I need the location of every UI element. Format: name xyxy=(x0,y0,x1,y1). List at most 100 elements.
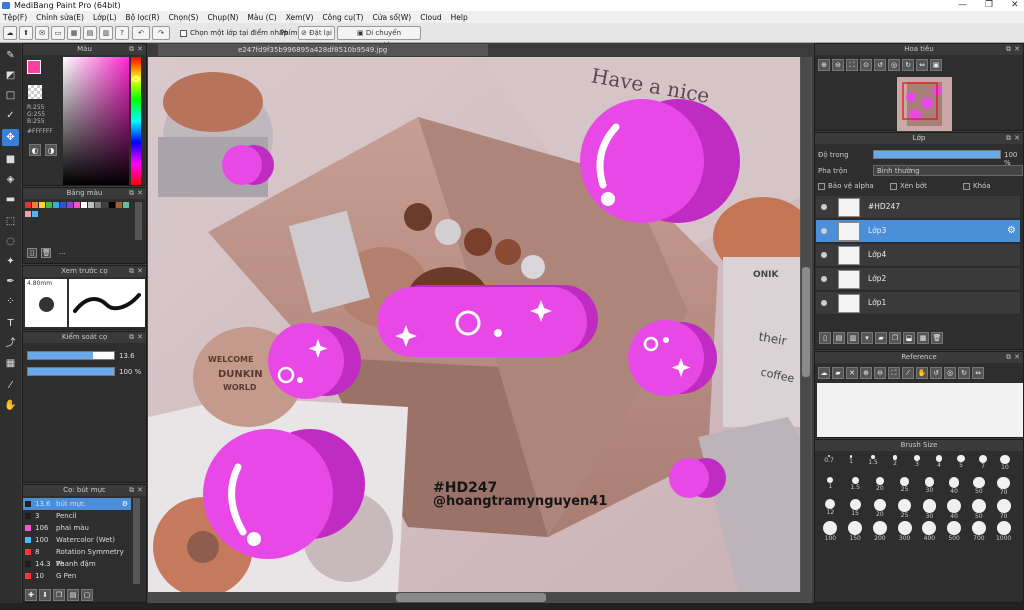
brush-size-preset[interactable]: 2 xyxy=(884,455,906,478)
palette-swatch[interactable] xyxy=(32,210,38,217)
palette-swatch[interactable] xyxy=(116,202,122,208)
close-panel-icon[interactable]: ✕ xyxy=(137,266,143,277)
comment-icon[interactable]: ▭ xyxy=(51,26,65,40)
canvas-image[interactable]: Have a nice ONIK their coffee WELCOME DU… xyxy=(148,57,800,592)
popout-icon[interactable]: ⧉ xyxy=(129,266,134,277)
minimize-icon[interactable]: — xyxy=(958,0,967,11)
rotate-reset-icon[interactable]: ◎ xyxy=(944,367,956,379)
bucket-tool-icon[interactable]: ◈ xyxy=(2,171,19,188)
brush-size-preset[interactable]: 7 xyxy=(972,455,994,478)
new-layer-icon[interactable]: ▯ xyxy=(819,332,831,344)
delete-layer-icon[interactable]: 🗑 xyxy=(931,332,943,344)
brush-size-preset[interactable]: 4 xyxy=(928,455,950,478)
palette-swatch[interactable] xyxy=(81,202,87,208)
brush-size-preset[interactable]: 400 xyxy=(917,521,942,544)
layer-property-icon[interactable]: ▦ xyxy=(917,332,929,344)
pen-select-icon[interactable]: ✒ xyxy=(2,273,19,290)
checkmark-tool-icon[interactable]: ✓ xyxy=(2,107,19,124)
help-icon[interactable]: ? xyxy=(115,26,129,40)
brush-list-item[interactable]: 3 Pencil xyxy=(23,510,131,522)
divide-tool-icon[interactable]: ▦ xyxy=(2,355,19,372)
new-layer-menu-icon[interactable]: ▾ xyxy=(861,332,873,344)
reset-button[interactable]: ⊘ Đặt lại xyxy=(298,26,335,40)
magic-wand-icon[interactable]: ✦ xyxy=(2,253,19,270)
grid-icon[interactable]: ▦ xyxy=(67,26,81,40)
menu-view[interactable]: Xem(V) xyxy=(286,13,314,22)
saturation-value-picker[interactable] xyxy=(63,57,129,185)
undo-icon[interactable]: ↶ xyxy=(132,26,150,40)
zoom-reset-icon[interactable]: ⊙ xyxy=(860,59,872,71)
close-panel-icon[interactable]: ✕ xyxy=(137,188,143,199)
popout-icon[interactable]: ⧉ xyxy=(129,332,134,343)
palette-swatch[interactable] xyxy=(39,202,45,208)
brush-size-preset[interactable]: 40 xyxy=(942,477,967,500)
brush-size-preset[interactable]: 50 xyxy=(967,499,992,522)
brush-size-preset[interactable]: 20 xyxy=(868,477,893,500)
brush-size-preset[interactable]: 12 xyxy=(818,499,843,522)
menu-filter[interactable]: Bộ lọc(R) xyxy=(126,13,160,22)
brush-size-preset[interactable]: 5 xyxy=(950,455,972,478)
brush-size-preset[interactable]: 25 xyxy=(892,499,917,522)
shape-tool-icon[interactable]: ■ xyxy=(2,151,19,168)
hand-tool-icon[interactable]: ✋ xyxy=(2,397,19,414)
flip-button[interactable]: ▣ Di chuyển ngang/dọc xyxy=(337,26,421,49)
brush-size-preset[interactable]: 70 xyxy=(991,477,1016,500)
brush-size-preset[interactable]: 25 xyxy=(892,477,917,500)
brush-size-preset[interactable]: 30 xyxy=(917,477,942,500)
folder-icon[interactable]: ▰ xyxy=(875,332,887,344)
palette-swatch[interactable] xyxy=(25,202,31,208)
blend-mode-select[interactable]: Bình thường xyxy=(873,165,1023,176)
dotted-select-icon[interactable]: ⁘ xyxy=(2,293,19,310)
layer-opacity-slider[interactable] xyxy=(873,150,1001,159)
visibility-icon[interactable] xyxy=(821,228,827,234)
vertical-scrollbar[interactable] xyxy=(801,57,811,592)
brush-size-preset[interactable]: 30 xyxy=(917,499,942,522)
reference-canvas[interactable] xyxy=(817,383,1023,437)
brush-size-preset[interactable]: 300 xyxy=(892,521,917,544)
visibility-icon[interactable] xyxy=(821,252,827,258)
redo-icon[interactable]: ↷ xyxy=(152,26,170,40)
clipping-option[interactable]: Xén bớt xyxy=(890,182,927,190)
brush-settings-icon[interactable]: ▤ xyxy=(67,589,79,601)
clipping-checkbox[interactable] xyxy=(890,182,897,190)
brush-size-preset[interactable]: 0.7 xyxy=(818,455,840,478)
popout-icon[interactable]: ⧉ xyxy=(1006,133,1011,144)
menu-window[interactable]: Cửa sổ(W) xyxy=(372,13,411,22)
primary-color-swatch[interactable] xyxy=(27,60,41,74)
eyedropper-icon[interactable]: ⁄ xyxy=(902,367,914,379)
menu-select[interactable]: Chọn(S) xyxy=(168,13,198,22)
rotate-left-icon[interactable]: ↺ xyxy=(930,367,942,379)
menu-help[interactable]: Help xyxy=(451,13,468,22)
add-brush-icon[interactable]: ✚ xyxy=(25,589,37,601)
visibility-icon[interactable] xyxy=(821,276,827,282)
protect-alpha-checkbox[interactable] xyxy=(818,182,825,190)
duplicate-layer-icon[interactable]: ❐ xyxy=(889,332,901,344)
brush-list-item[interactable]: 100 Watercolor (Wet) xyxy=(23,534,131,546)
close-panel-icon[interactable]: ✕ xyxy=(137,332,143,343)
document-tab[interactable]: e247fd9f35b996895a428df8510b9549.jpg xyxy=(158,44,488,56)
palette-swatch[interactable] xyxy=(60,202,66,208)
brush-size-slider[interactable] xyxy=(27,351,115,360)
transparent-swatch[interactable] xyxy=(28,85,42,99)
palette-swatch[interactable] xyxy=(109,202,115,208)
move-tool-icon[interactable]: ✥ xyxy=(2,129,19,146)
new-8bit-layer-icon[interactable]: ▥ xyxy=(847,332,859,344)
select-layer-checkbox[interactable] xyxy=(180,29,187,37)
menu-file[interactable]: Tệp(F) xyxy=(3,13,27,22)
lasso-tool-icon[interactable]: ◌ xyxy=(2,233,19,250)
brush-size-preset[interactable]: 1.5 xyxy=(862,455,884,478)
zoom-out-icon[interactable]: ⊖ xyxy=(874,367,886,379)
brush-size-preset[interactable]: 15 xyxy=(843,499,868,522)
fit-icon[interactable]: ⛶ xyxy=(846,59,858,71)
menu-tools[interactable]: Công cụ(T) xyxy=(322,13,363,22)
eyedropper-icon[interactable]: ⁄ xyxy=(2,377,19,394)
lock-option[interactable]: Khóa xyxy=(963,182,991,190)
brush-size-preset[interactable]: 1 xyxy=(840,455,862,478)
flip-horizontal-icon[interactable]: ⇔ xyxy=(916,59,928,71)
brush-size-preset[interactable]: 70 xyxy=(991,499,1016,522)
menu-edit[interactable]: Chỉnh sửa(E) xyxy=(36,13,84,22)
copy-icon[interactable]: ❐ xyxy=(53,589,65,601)
select-layer-option[interactable]: Chọn một lớp tại điểm nhấp xyxy=(180,26,288,40)
download-icon[interactable]: ⬇ xyxy=(39,589,51,601)
palette-swatch[interactable] xyxy=(46,202,52,208)
